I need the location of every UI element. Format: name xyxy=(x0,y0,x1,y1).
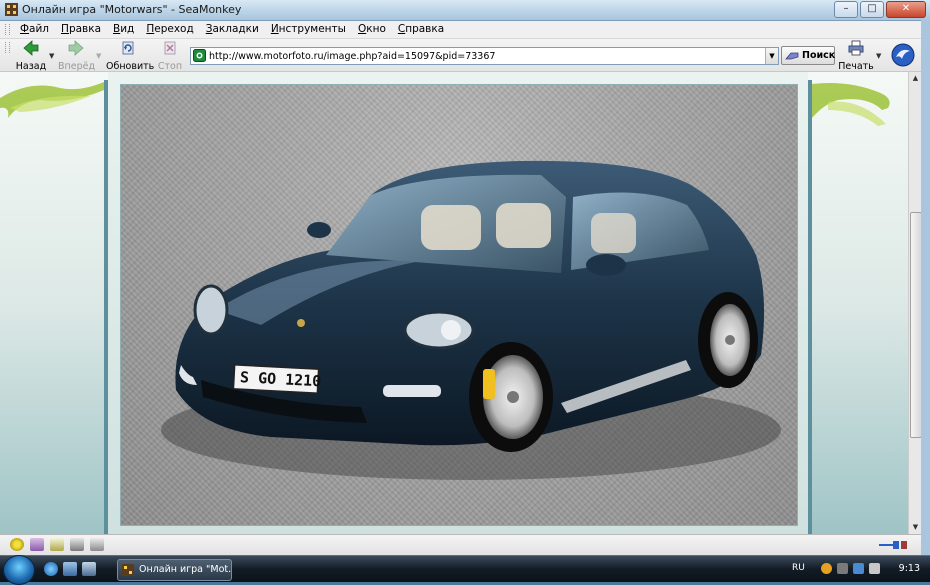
navigation-toolbar: Назад ▼ Вперёд ▼ Обновить Стоп ▼ xyxy=(0,39,930,72)
switch-windows-icon[interactable] xyxy=(82,562,96,576)
title-bar: Онлайн игра "Motorwars" - SeaMonkey – □ … xyxy=(0,0,930,21)
seamonkey-app-icon xyxy=(5,3,18,16)
car-image: S GO 1210 xyxy=(161,160,781,480)
right-frame-border xyxy=(808,80,812,534)
online-status-icon[interactable] xyxy=(879,538,909,551)
stop-label: Стоп xyxy=(157,61,183,72)
url-input[interactable] xyxy=(209,48,759,64)
seamonkey-task-icon xyxy=(122,564,134,576)
left-grass-decoration xyxy=(0,82,104,118)
menu-go[interactable]: Переход xyxy=(140,23,199,35)
vertical-scrollbar[interactable]: ▲ ▼ xyxy=(908,72,922,534)
show-desktop-icon[interactable] xyxy=(63,562,77,576)
search-icon xyxy=(785,52,799,60)
menu-help[interactable]: Справка xyxy=(392,23,450,35)
status-bar xyxy=(0,534,921,555)
window-right-frame xyxy=(921,20,930,555)
car-photo[interactable]: S GO 1210 xyxy=(120,84,798,526)
stop-button[interactable]: Стоп xyxy=(156,40,184,72)
tray-device-icon[interactable] xyxy=(837,563,848,574)
network-icon[interactable] xyxy=(853,563,864,574)
taskbar-seamonkey-button[interactable]: Онлайн игра "Mot... xyxy=(117,559,232,581)
left-frame-border xyxy=(104,80,108,534)
mail-icon[interactable] xyxy=(30,538,44,551)
volume-icon[interactable] xyxy=(869,563,880,574)
search-label: Поиск xyxy=(802,50,836,61)
left-decoration-panel xyxy=(0,72,108,534)
forward-button[interactable]: Вперёд xyxy=(58,40,96,72)
menu-bookmarks[interactable]: Закладки xyxy=(200,23,265,35)
printer-icon xyxy=(848,40,864,56)
address-book-icon[interactable] xyxy=(90,538,104,551)
menu-tools[interactable]: Инструменты xyxy=(265,23,352,35)
forward-arrow-icon xyxy=(68,40,84,56)
menu-view[interactable]: Вид xyxy=(107,23,140,35)
clock[interactable]: 9:13 xyxy=(899,563,920,574)
stop-icon xyxy=(164,41,176,55)
reload-label: Обновить xyxy=(106,61,155,72)
windows-taskbar: Онлайн игра "Mot... RU 9:13 xyxy=(0,555,930,585)
reload-button[interactable]: Обновить xyxy=(106,40,155,72)
forward-dropdown-icon[interactable]: ▼ xyxy=(96,52,101,60)
reload-icon xyxy=(122,41,134,55)
address-bar[interactable]: ▼ xyxy=(190,47,779,65)
composer-icon[interactable] xyxy=(50,538,64,551)
irc-chat-icon[interactable] xyxy=(70,538,84,551)
tray-app-icon[interactable] xyxy=(821,563,832,574)
search-button[interactable]: Поиск xyxy=(781,46,835,65)
back-arrow-icon xyxy=(23,40,39,56)
back-label: Назад xyxy=(15,61,47,72)
url-history-dropdown[interactable]: ▼ xyxy=(765,48,778,64)
menu-bar: Файл Правка Вид Переход Закладки Инструм… xyxy=(0,21,930,39)
print-label: Печать xyxy=(838,61,874,72)
menu-file[interactable]: Файл xyxy=(14,23,55,35)
page-content: S GO 1210 xyxy=(0,72,908,534)
system-tray: RU 9:13 xyxy=(783,556,930,582)
close-button[interactable]: ✕ xyxy=(886,1,926,18)
right-grass-decoration xyxy=(812,83,890,126)
window-title: Онлайн игра "Motorwars" - SeaMonkey xyxy=(22,3,242,16)
back-dropdown-icon[interactable]: ▼ xyxy=(49,52,54,60)
forward-label: Вперёд xyxy=(58,61,96,72)
maximize-button[interactable]: □ xyxy=(860,1,884,18)
back-button[interactable]: Назад xyxy=(14,40,48,72)
language-indicator[interactable]: RU xyxy=(792,563,805,573)
seamonkey-throbber-icon[interactable] xyxy=(891,43,915,67)
site-favicon-icon xyxy=(193,49,206,62)
print-dropdown-icon[interactable]: ▼ xyxy=(876,52,881,60)
print-button[interactable]: Печать xyxy=(838,40,874,72)
right-decoration-panel xyxy=(808,72,908,534)
minimize-button[interactable]: – xyxy=(834,1,858,18)
navigator-icon[interactable] xyxy=(10,538,24,551)
menu-window[interactable]: Окно xyxy=(352,23,392,35)
toolbar-grip[interactable] xyxy=(5,24,10,35)
menu-edit[interactable]: Правка xyxy=(55,23,107,35)
taskbar-seamonkey-label: Онлайн игра "Mot... xyxy=(139,564,232,575)
ie-quicklaunch-icon[interactable] xyxy=(44,562,58,576)
nav-toolbar-grip[interactable] xyxy=(5,42,10,53)
